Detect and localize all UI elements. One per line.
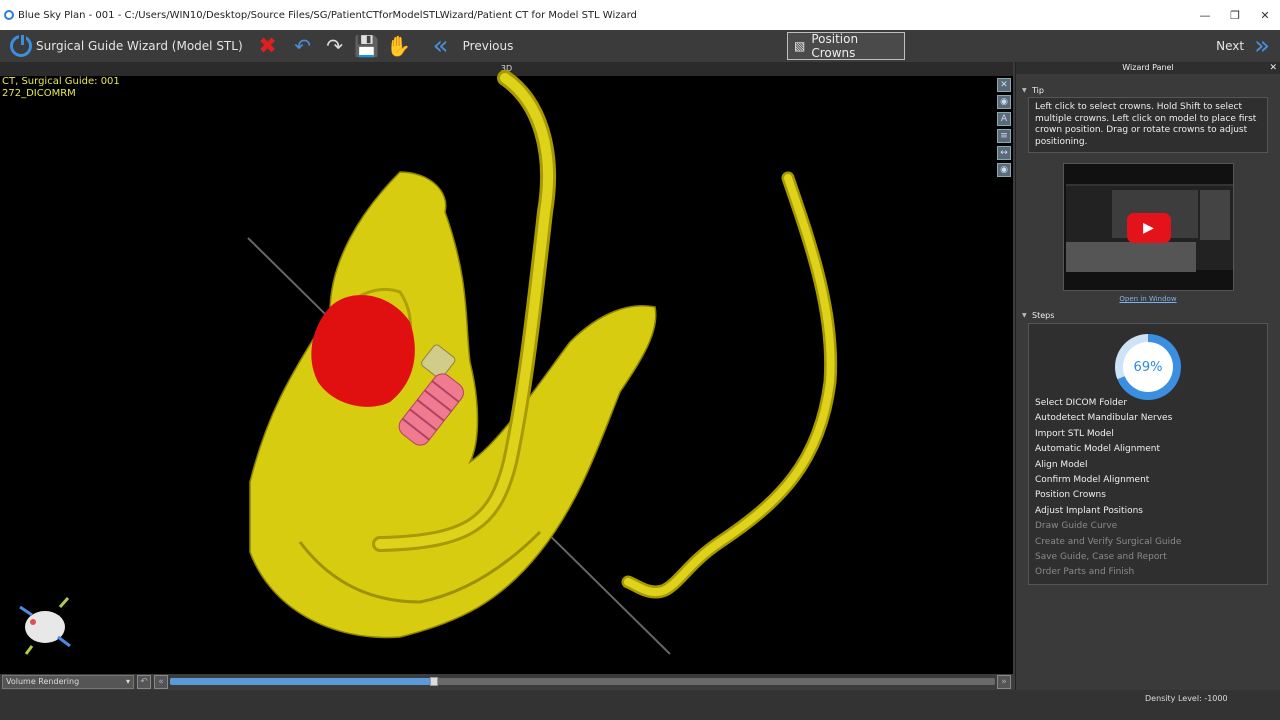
hand-tool-icon[interactable]: ✋ [386, 34, 411, 58]
nerve-canal-right [621, 171, 838, 599]
save-icon[interactable]: 💾 [354, 34, 379, 58]
window-title: Blue Sky Plan - 001 - C:/Users/WIN10/Des… [18, 9, 637, 21]
step-item: Save Guide, Case and Report [1035, 552, 1167, 562]
step-item: Import STL Model [1035, 428, 1114, 439]
head-view-icon[interactable]: ◉ [997, 95, 1011, 109]
redo-icon[interactable]: ↷ [324, 34, 346, 58]
chevron-down-icon: ▾ [125, 677, 130, 686]
steps-box: 69% Select DICOM Folder Autodetect Mandib… [1028, 323, 1268, 585]
close-window-button[interactable]: ✕ [1250, 9, 1280, 22]
undo-icon[interactable]: ↶ [292, 34, 314, 58]
cancel-wizard-icon[interactable]: ✖ [257, 34, 279, 59]
position-crowns-label: Position Crowns [811, 32, 859, 60]
orientation-widget [19, 597, 71, 655]
eye-icon[interactable]: ◉ [997, 163, 1011, 177]
tip-text: Left click to select crowns. Hold Shift … [1028, 97, 1268, 153]
crown-model [311, 295, 415, 407]
play-icon[interactable]: ▶ [1126, 213, 1171, 243]
steps-section-label[interactable]: Steps [1022, 311, 1280, 320]
viewport-bottom-bar: Volume Rendering ▾ ↶ « » [0, 674, 1013, 690]
position-crowns-button[interactable]: ▧ Position Crowns [787, 32, 905, 60]
previous-label: Previous [462, 39, 514, 53]
power-icon [10, 33, 32, 57]
tooth-icon: ▧ [794, 39, 806, 53]
progress-value: 69% [1123, 342, 1173, 392]
next-label: Next [1216, 39, 1245, 53]
step-item: Autodetect Mandibular Nerves [1035, 413, 1173, 424]
step-item: Adjust Implant Positions [1035, 505, 1143, 516]
render-mode-value: Volume Rendering [6, 677, 80, 686]
minimize-button[interactable]: — [1190, 9, 1220, 22]
app-icon [4, 10, 14, 20]
slider-fill [170, 678, 434, 685]
open-in-window-link[interactable]: Open in Window [1016, 295, 1280, 303]
3d-viewport[interactable]: 3D CT, Surgical Guide: 001 272_DICOMRM ✕… [0, 62, 1013, 674]
3d-scene[interactable] [0, 62, 1013, 674]
step-item: Position Crowns [1035, 490, 1106, 501]
chevron-left-icon: « [432, 31, 449, 61]
chevron-right-icon: » [1254, 31, 1270, 61]
step-item: Order Parts and Finish [1035, 567, 1135, 578]
tutorial-video[interactable]: ▶ [1062, 163, 1234, 291]
layers-icon[interactable]: ≡ [997, 129, 1011, 143]
wizard-panel: Wizard Panel ✕ Tip Left click to select … [1015, 62, 1280, 690]
step-item: Select DICOM Folder [1035, 398, 1128, 408]
step-item: Automatic Model Alignment [1035, 444, 1161, 455]
close-panel-icon[interactable]: ✕ [1269, 62, 1277, 74]
density-level: Density Level: -1000 [1145, 694, 1228, 703]
slider-thumb[interactable] [430, 677, 438, 686]
title-bar: Blue Sky Plan - 001 - C:/Users/WIN10/Des… [0, 0, 1280, 30]
wizard-panel-header: Wizard Panel ✕ [1016, 62, 1280, 74]
step-item: Draw Guide Curve [1035, 521, 1118, 532]
restore-button[interactable]: ❐ [1220, 9, 1250, 22]
wizard-panel-title: Wizard Panel [1122, 63, 1174, 72]
status-bar: Density Level: -1000 [0, 690, 1280, 720]
viewport-toolbar: ✕ ◉ A ≡ ↔ ◉ [997, 78, 1011, 177]
wizard-toolbar: Surgical Guide Wizard (Model STL) ✖ ↶ ↷ … [0, 30, 1280, 62]
step-item: Align Model [1035, 459, 1088, 470]
slider-left-icon[interactable]: « [154, 675, 168, 689]
reset-view-icon[interactable]: ✕ [997, 78, 1011, 92]
render-mode-select[interactable]: Volume Rendering ▾ [2, 675, 134, 689]
next-button[interactable]: Next » [1216, 30, 1270, 62]
previous-button[interactable]: « Previous [425, 30, 514, 62]
wizard-power-button[interactable]: Surgical Guide Wizard (Model STL) [0, 30, 243, 62]
density-slider[interactable] [170, 677, 995, 686]
wizard-title: Surgical Guide Wizard (Model STL) [36, 39, 243, 53]
undo-slider-icon[interactable]: ↶ [137, 675, 151, 689]
annotation-icon[interactable]: A [997, 112, 1011, 126]
slider-right-icon[interactable]: » [997, 675, 1011, 689]
tip-section-label[interactable]: Tip [1022, 86, 1280, 95]
progress-ring: 69% [1115, 334, 1181, 400]
measure-icon[interactable]: ↔ [997, 146, 1011, 160]
step-item: Confirm Model Alignment [1035, 475, 1150, 485]
step-item: Create and Verify Surgical Guide [1035, 536, 1182, 547]
